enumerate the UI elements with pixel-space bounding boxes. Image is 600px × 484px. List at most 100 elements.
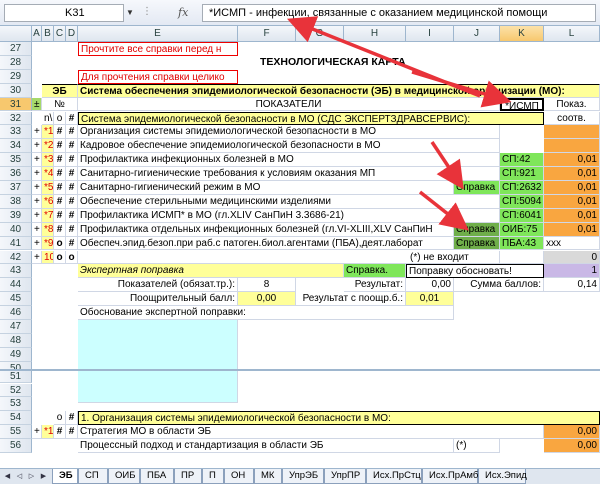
row-expand-toggle: +: [32, 125, 42, 140]
status-marker-b: #: [66, 222, 78, 237]
row-expand-toggle: +: [32, 181, 42, 195]
bonus-value[interactable]: 0,00: [238, 292, 296, 307]
reference-code[interactable]: СП:5094: [500, 194, 544, 209]
column-header-l[interactable]: L: [544, 26, 600, 42]
page-heading: ТЕХНОЛОГИЧЕСКАЯ КАРТА: [258, 56, 408, 68]
sheet-tab-2[interactable]: ОИБ: [108, 469, 140, 484]
column-header-k[interactable]: K: [500, 26, 544, 42]
row-header-51[interactable]: 51: [0, 369, 32, 384]
row-header-44[interactable]: 44: [0, 278, 32, 293]
reference-code[interactable]: СП:921: [500, 167, 544, 181]
reference-code[interactable]: СП:42: [500, 153, 544, 168]
sheet-tab-11[interactable]: Исх.ПрАмб: [422, 469, 478, 484]
row-header-32[interactable]: 32: [0, 111, 32, 126]
row-header-35[interactable]: 35: [0, 153, 32, 168]
row-header-41[interactable]: 41: [0, 236, 32, 251]
row-header-29[interactable]: 29: [0, 69, 32, 84]
row-header-52[interactable]: 52: [0, 383, 32, 398]
item-score: 0,01: [544, 181, 600, 195]
expert-correction-label: Экспертная поправка: [78, 264, 344, 279]
status-marker-a: o: [54, 250, 66, 265]
sheet-tab-12[interactable]: Исх.Эпид: [478, 469, 527, 484]
row-header-47[interactable]: 47: [0, 320, 32, 334]
chevron-down-icon[interactable]: ▼: [124, 4, 136, 22]
item-text: Профилактика ИСМП* в МО (гл.XLIV СанПиН …: [78, 208, 500, 223]
row-header-43[interactable]: 43: [0, 264, 32, 279]
result-value: 0,00: [406, 278, 454, 293]
column-header-h[interactable]: H: [344, 26, 406, 42]
row-header-30[interactable]: 30: [0, 83, 32, 98]
item-text: Стратегия МО в области ЭБ: [78, 425, 544, 440]
last-sheet-icon[interactable]: ▶: [38, 471, 49, 482]
reference-code[interactable]: ПБА:43: [500, 236, 544, 251]
row-header-37[interactable]: 37: [0, 181, 32, 195]
column-header-c[interactable]: C: [54, 26, 66, 42]
formula-input[interactable]: *ИСМП - инфекции, связанные с оказанием …: [202, 4, 596, 22]
row-expand-toggle: +: [32, 194, 42, 209]
sheet-tab-3[interactable]: ПБА: [140, 469, 174, 484]
status-marker-a: #: [54, 167, 66, 181]
system-title: Система эпидемиологической безопасности …: [78, 111, 544, 126]
first-sheet-icon[interactable]: ◀: [2, 471, 13, 482]
item-number: *4: [42, 167, 54, 181]
reference-button[interactable]: Справка.: [344, 264, 406, 279]
ismp-cell[interactable]: *ИСМП: [500, 97, 544, 112]
column-header-e[interactable]: E: [78, 26, 238, 42]
next-sheet-icon[interactable]: ▷: [26, 471, 37, 482]
row-header-54[interactable]: 54: [0, 411, 32, 426]
sheet-tab-10[interactable]: Исх.ПрСтц: [366, 469, 422, 484]
select-all-corner[interactable]: [0, 26, 32, 42]
row-header-36[interactable]: 36: [0, 167, 32, 181]
sheet-tab-1[interactable]: СП: [78, 469, 108, 484]
status-marker-a: o: [54, 236, 66, 251]
row-header-55[interactable]: 55: [0, 425, 32, 440]
reference-button[interactable]: Справка: [454, 236, 500, 251]
row-header-40[interactable]: 40: [0, 222, 32, 237]
sheet-tab-0[interactable]: ЭБ: [52, 469, 78, 484]
row-header-39[interactable]: 39: [0, 208, 32, 223]
row-header-33[interactable]: 33: [0, 125, 32, 140]
reference-button[interactable]: Справка: [454, 181, 500, 195]
row-header-28[interactable]: 28: [0, 55, 32, 70]
column-header-i[interactable]: I: [406, 26, 454, 42]
prev-sheet-icon[interactable]: ◁: [14, 471, 25, 482]
status-marker-a: #: [54, 208, 66, 223]
row-header-31[interactable]: 31: [0, 97, 32, 112]
justification-input[interactable]: [78, 320, 238, 404]
row-header-38[interactable]: 38: [0, 194, 32, 209]
column-header-b[interactable]: B: [42, 26, 54, 42]
reference-code[interactable]: СП:2632: [500, 181, 544, 195]
sheet-tab-7[interactable]: МК: [254, 469, 282, 484]
worksheet-grid[interactable]: A B C D E F G H I J K L 27 28 29 30 31 32 33 34 35 36 37 38 39 40…: [0, 26, 600, 468]
row-header-53[interactable]: 53: [0, 397, 32, 412]
item-number: *3: [42, 153, 54, 168]
column-header-a[interactable]: A: [32, 26, 42, 42]
sheet-tab-9[interactable]: УпрПР: [324, 469, 366, 484]
column-header-d[interactable]: D: [66, 26, 78, 42]
row-header-27[interactable]: 27: [0, 42, 32, 56]
sheet-tab-8[interactable]: УпрЭБ: [282, 469, 324, 484]
row-header-42[interactable]: 42: [0, 250, 32, 265]
insert-function-icon[interactable]: fx: [178, 4, 200, 22]
sheet-tab-6[interactable]: ОН: [224, 469, 254, 484]
row-header-48[interactable]: 48: [0, 333, 32, 348]
row-header-46[interactable]: 46: [0, 306, 32, 320]
sheet-tab-5[interactable]: П: [202, 469, 224, 484]
bonus-label: Поощрительный балл:: [78, 292, 238, 307]
sheet-tab-4[interactable]: ПР: [174, 469, 202, 484]
row-header-49[interactable]: 49: [0, 347, 32, 362]
row-header-45[interactable]: 45: [0, 292, 32, 307]
name-box[interactable]: K31: [4, 4, 124, 22]
reference-code[interactable]: СП:6041: [500, 208, 544, 223]
reference-code[interactable]: ОИБ:75: [500, 222, 544, 237]
status-marker-b: #: [66, 153, 78, 168]
column-header-j[interactable]: J: [454, 26, 500, 42]
item-text: Профилактика инфекционных болезней в МО: [78, 153, 500, 168]
item-text: Обеспеч.эпид.безоп.при раб.с патоген.био…: [78, 236, 454, 251]
status-marker-b: #: [66, 139, 78, 154]
row-header-56[interactable]: 56: [0, 439, 32, 453]
reference-button[interactable]: Справка: [454, 222, 500, 237]
row-header-34[interactable]: 34: [0, 139, 32, 154]
column-header-f[interactable]: F: [238, 26, 296, 42]
column-header-g[interactable]: G: [296, 26, 344, 42]
